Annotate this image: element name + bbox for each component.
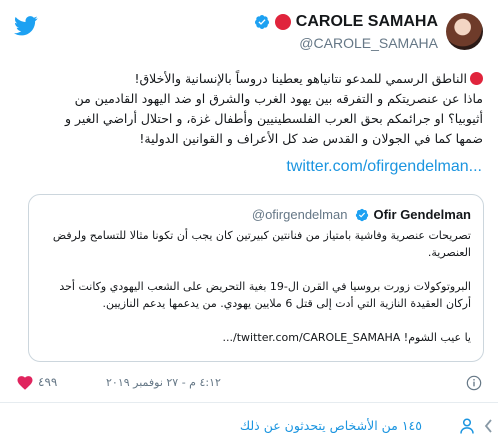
quoted-tweet[interactable]: @ofirgendelman Ofir Gendelman تصريحات عن…	[28, 194, 484, 362]
quoted-paragraph-3: يا عيب الشوم! twitter.com/CAROLE_SAMAHA/…	[222, 331, 472, 344]
tweet-text-line-2: ماذا عن عنصريتكم و التفرقه بين يهود الغر…	[74, 91, 483, 106]
info-icon[interactable]	[466, 375, 482, 391]
tweet-text-line-1: الناطق الرسمي للمدعو نتانياهو يعطينا درو…	[134, 71, 467, 86]
divider	[0, 402, 498, 403]
quoted-paragraph-2: البروتوكولات زورت بروسيا في القرن ال-19 …	[59, 280, 471, 310]
quoted-paragraph-1: تصريحات عنصرية وفاشية بامتياز من فنانتين…	[52, 229, 471, 259]
heart-icon	[17, 376, 33, 390]
verified-badge-icon	[356, 208, 369, 221]
embedded-tweet-card: CAROLE SAMAHA @CAROLE_SAMAHA الناطق الرس…	[0, 0, 498, 448]
person-icon	[460, 418, 474, 434]
author-display-name[interactable]: CAROLE SAMAHA	[296, 13, 438, 31]
like-count: ٤٩٩	[38, 375, 58, 389]
quoted-author-handle[interactable]: @ofirgendelman	[252, 207, 348, 222]
red-circle-emoji-icon	[274, 14, 291, 30]
tweet-text: الناطق الرسمي للمدعو نتانياهو يعطينا درو…	[16, 69, 483, 149]
tweet-header: CAROLE SAMAHA @CAROLE_SAMAHA	[0, 0, 498, 60]
quoted-author-name[interactable]: Ofir Gendelman	[373, 207, 471, 222]
tweet-link[interactable]: twitter.com/ofirgendelman...	[286, 158, 482, 176]
verified-badge-icon	[254, 15, 269, 29]
chevron-left-icon[interactable]	[483, 418, 493, 434]
like-button[interactable]: ٤٩٩	[16, 374, 57, 390]
author-avatar[interactable]	[446, 13, 483, 50]
quoted-tweet-body: تصريحات عنصرية وفاشية بامتياز من فنانتين…	[41, 227, 471, 346]
tweet-text-line-4: ضمها كما في الجولان و القدس ضد كل الأعرا…	[139, 131, 483, 146]
quoted-tweet-header[interactable]: @ofirgendelman Ofir Gendelman	[252, 207, 471, 222]
tweet-text-line: الناطق الرسمي للمدعو نتانياهو يعطينا درو…	[16, 69, 483, 89]
author-name-row[interactable]: CAROLE SAMAHA	[250, 13, 438, 31]
twitter-bird-icon[interactable]	[14, 16, 38, 36]
tweet-meta-row: ٤٩٩ ٤:١٢ م - ٢٧ نوفمبر ٢٠١٩	[0, 372, 498, 392]
red-circle-emoji-icon	[470, 72, 483, 85]
tweet-timestamp[interactable]: ٤:١٢ م - ٢٧ نوفمبر ٢٠١٩	[106, 376, 221, 389]
author-handle[interactable]: @CAROLE_SAMAHA	[299, 35, 438, 51]
people-talking-link[interactable]: ١٤٥ من الأشخاص يتحدثون عن ذلك	[240, 418, 422, 433]
people-talking-row[interactable]: ١٤٥ من الأشخاص يتحدثون عن ذلك	[0, 404, 498, 448]
tweet-text-line-3: أثيوبيا؟ او جرائمكم بحق العرب الفلسطينيي…	[64, 111, 483, 126]
